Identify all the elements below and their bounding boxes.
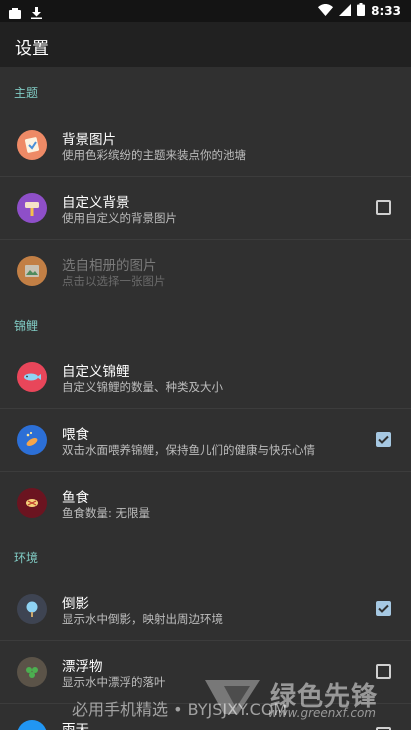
pref-summary: 双击水面喂养锦鲤，保持鱼儿们的健康与快乐心情 <box>62 443 315 457</box>
leaf-icon <box>17 657 47 687</box>
pref-background-image[interactable]: 背景图片 使用色彩缤纷的主题来装点你的池塘 <box>0 110 411 176</box>
section-header-koi: 锦鲤 <box>14 319 39 333</box>
pref-fish-food[interactable]: 鱼食 鱼食数量: 无限量 <box>0 472 411 534</box>
custom-background-checkbox[interactable] <box>376 200 391 215</box>
pref-custom-koi[interactable]: 自定义锦鲤 自定义锦鲤的数量、种类及大小 <box>0 342 411 408</box>
pref-title: 背景图片 <box>62 132 116 148</box>
pref-title: 自定义背景 <box>62 195 130 211</box>
pref-title: 倒影 <box>62 596 89 612</box>
feeding-icon <box>17 425 47 455</box>
rain-icon <box>17 720 47 730</box>
pref-summary: 使用色彩缤纷的主题来装点你的池塘 <box>62 148 246 162</box>
pref-summary: 使用自定义的背景图片 <box>62 211 177 225</box>
status-time: 8:33 <box>371 4 401 18</box>
reflection-checkbox[interactable] <box>376 601 391 616</box>
pref-summary: 显示水中倒影，映射出周边环境 <box>62 612 223 626</box>
app-bar: 设置 <box>0 22 411 67</box>
pref-title: 自定义锦鲤 <box>62 364 130 380</box>
pref-title: 漂浮物 <box>62 659 103 675</box>
pref-summary: 点击以选择一张图片 <box>62 274 166 288</box>
feeding-checkbox[interactable] <box>376 432 391 447</box>
notification-icon <box>9 4 21 23</box>
fish-icon <box>17 362 47 392</box>
pref-reflection[interactable]: 倒影 显示水中倒影，映射出周边环境 <box>0 574 411 640</box>
wifi-icon <box>318 3 334 19</box>
pref-custom-background[interactable]: 自定义背景 使用自定义的背景图片 <box>0 177 411 239</box>
signal-icon <box>339 3 352 19</box>
pref-summary: 显示水中漂浮的落叶 <box>62 675 166 689</box>
theme-palette-icon <box>17 130 47 160</box>
pref-title: 选自相册的图片 <box>62 258 157 274</box>
pref-summary: 自定义锦鲤的数量、种类及大小 <box>62 380 223 394</box>
section-header-environment: 环境 <box>14 551 39 565</box>
pref-feeding[interactable]: 喂食 双击水面喂养锦鲤，保持鱼儿们的健康与快乐心情 <box>0 409 411 471</box>
brush-icon <box>17 193 47 223</box>
pref-pick-from-album: 选自相册的图片 点击以选择一张图片 <box>0 240 411 302</box>
battery-icon <box>357 3 366 19</box>
pref-title: 鱼食 <box>62 490 89 506</box>
pref-title: 喂食 <box>62 427 89 443</box>
watermark-text: 必用手机精选 • BYJSJXY.COM <box>72 700 288 719</box>
reflection-icon <box>17 594 47 624</box>
page-title: 设置 <box>15 39 49 59</box>
section-header-theme: 主题 <box>14 86 39 100</box>
pref-summary: 鱼食数量: 无限量 <box>62 506 151 520</box>
image-icon <box>17 256 47 286</box>
status-bar: 8:33 <box>0 0 411 22</box>
fish-food-icon <box>17 488 47 518</box>
download-icon <box>31 4 42 23</box>
